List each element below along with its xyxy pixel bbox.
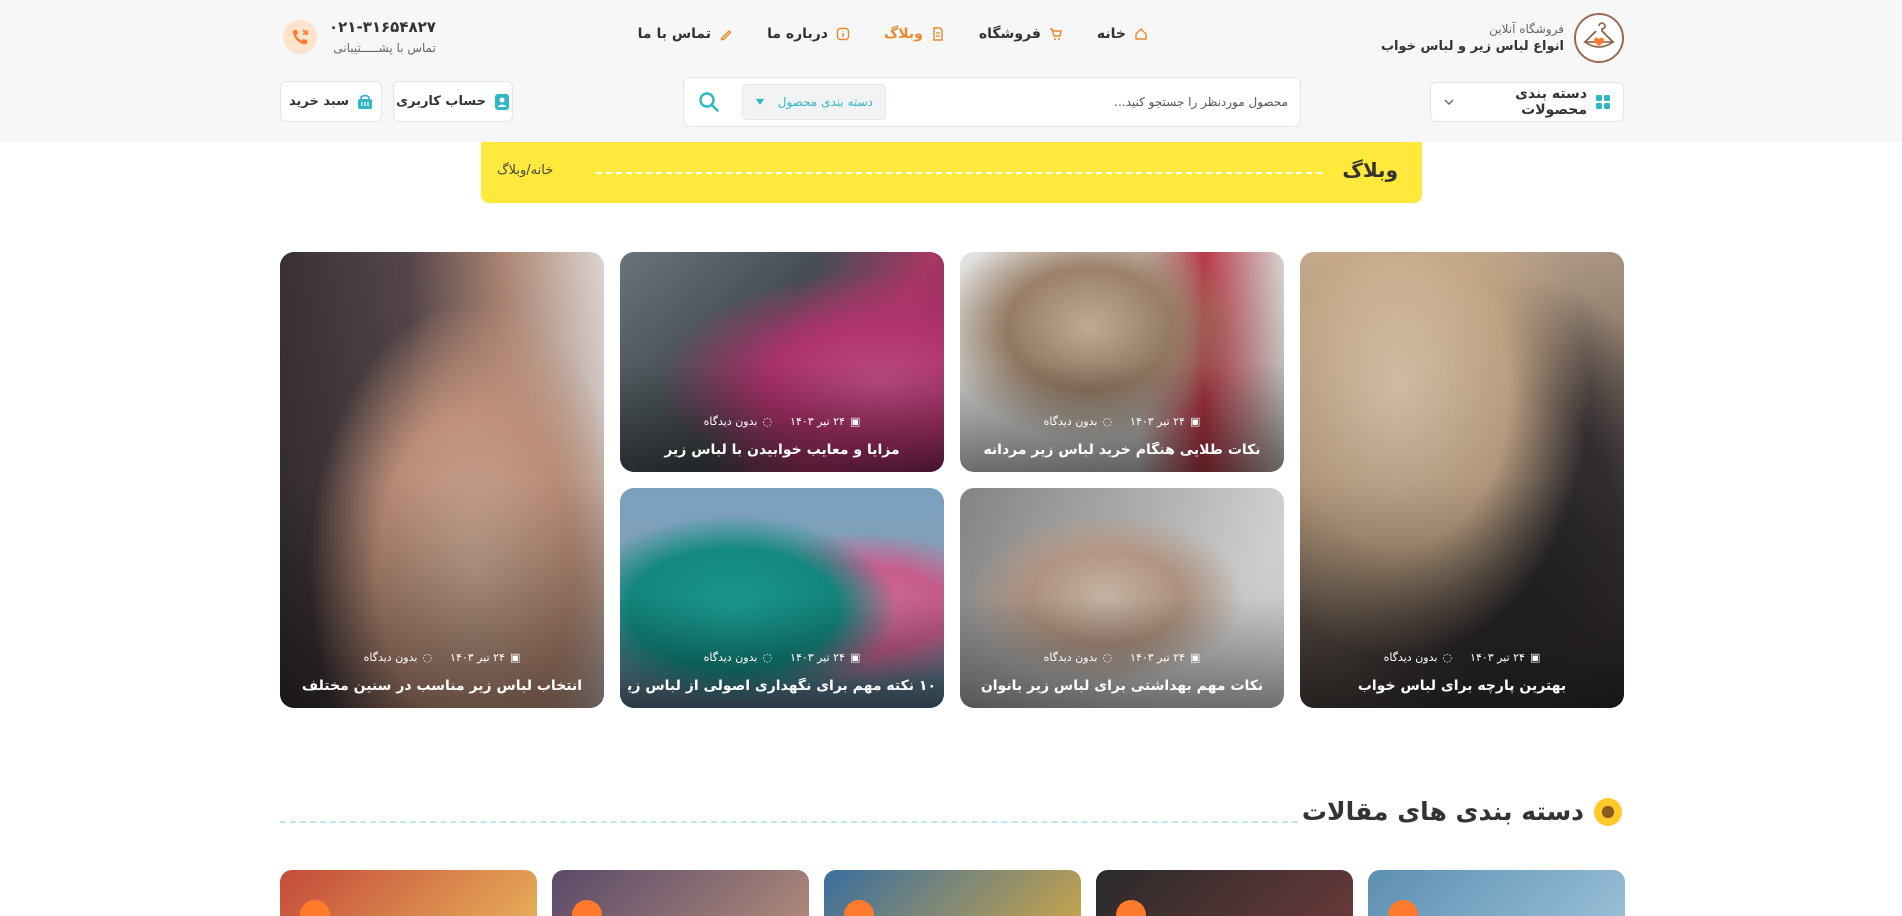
blog-card[interactable]: ▣ ۲۴ تیر ۱۴۰۳ ◌ بدون دیدگاه بهترین پارچه ب… — [1300, 252, 1624, 708]
calendar-icon: ▣ — [849, 415, 861, 428]
category-card[interactable] — [824, 870, 1081, 916]
post-comments: بدون دیدگاه — [1383, 651, 1438, 664]
cart-label: سبد خرید — [289, 94, 349, 109]
category-badge — [1388, 900, 1418, 916]
search-icon[interactable] — [698, 91, 720, 113]
post-comments: بدون دیدگاه — [703, 651, 758, 664]
calendar-icon: ▣ — [1189, 651, 1201, 664]
comment-icon: ◌ — [1442, 651, 1453, 664]
nav-item-home[interactable]: خانه — [1097, 26, 1148, 42]
chevron-down-icon — [1444, 99, 1454, 105]
category-badge — [572, 900, 602, 916]
post-date: ۲۴ تیر ۱۴۰۳ — [1470, 651, 1525, 664]
search-input[interactable] — [908, 78, 1288, 126]
category-card[interactable] — [552, 870, 809, 916]
post-title[interactable]: مزایا و معایب خوابیدن با لباس زیر — [628, 442, 936, 458]
nav-item-label: درباره ما — [767, 26, 828, 42]
banner-divider — [596, 172, 1322, 174]
post-date: ۲۴ تیر ۱۴۰۳ — [790, 415, 845, 428]
section-divider — [280, 821, 1298, 823]
blog-card[interactable]: ▣ ۲۴ تیر ۱۴۰۳ ◌ بدون دیدگاه انتخاب لباس زی… — [280, 252, 604, 708]
breadcrumb-banner: وبلاگ خانه/وبلاگ — [481, 142, 1422, 203]
blog-card[interactable]: ▣ ۲۴ تیر ۱۴۰۳ ◌ بدون دیدگاه مزایا و معایب … — [620, 252, 944, 472]
page-title: وبلاگ — [1342, 158, 1398, 182]
post-title[interactable]: بهترین پارچه برای لباس خواب — [1308, 678, 1616, 694]
calendar-icon: ▣ — [509, 651, 521, 664]
support-phone[interactable]: ۰۲۱-۳۱۶۵۴۸۲۷ تماس با پشـــــتیبانی — [283, 18, 436, 55]
post-comments: بدون دیدگاه — [363, 651, 418, 664]
nav-item-label: فروشگاه — [978, 26, 1041, 42]
phone-icon — [283, 19, 317, 54]
nav-item-label: وبلاگ — [883, 26, 923, 42]
post-date: ۲۴ تیر ۱۴۰۳ — [450, 651, 505, 664]
pencil-icon — [720, 30, 732, 41]
cart-icon — [1049, 28, 1062, 40]
post-date: ۲۴ تیر ۱۴۰۳ — [1130, 651, 1185, 664]
cart-button[interactable]: سبد خرید — [280, 81, 382, 122]
breadcrumb[interactable]: خانه/وبلاگ — [497, 163, 553, 178]
nav-item-blog[interactable]: وبلاگ — [884, 26, 945, 42]
post-title[interactable]: ۱۰ نکته مهم برای نگهداری اصولی از لباس ز… — [628, 678, 936, 694]
blog-card[interactable]: ▣ ۲۴ تیر ۱۴۰۳ ◌ بدون دیدگاه ۱۰ نکته مهم بر… — [620, 488, 944, 708]
info-icon — [836, 27, 850, 41]
logo-subtitle: فروشگاه آنلاین — [1489, 22, 1564, 36]
comment-icon: ◌ — [762, 651, 773, 664]
search-category-label: دسته بندی محصول — [777, 95, 873, 109]
calendar-icon: ▣ — [1189, 415, 1201, 428]
comment-icon: ◌ — [1102, 651, 1113, 664]
nav-item-about[interactable]: درباره ما — [767, 26, 850, 42]
nav-item-contact[interactable]: تماس با ما — [638, 26, 733, 42]
phone-label: تماس با پشـــــتیبانی — [333, 41, 436, 55]
blog-card[interactable]: ▣ ۲۴ تیر ۱۴۰۳ ◌ بدون دیدگاه نکات مهم بهداش… — [960, 488, 1284, 708]
nav-item-label: تماس با ما — [637, 26, 712, 42]
comment-icon: ◌ — [1102, 415, 1113, 428]
site-logo[interactable]: فروشگاه آنلاین انواع لباس زیر و لباس خوا… — [1381, 13, 1624, 63]
caret-down-icon — [756, 99, 764, 105]
calendar-icon: ▣ — [849, 651, 861, 664]
nav-item-shop[interactable]: فروشگاه — [979, 26, 1063, 42]
basket-icon — [358, 94, 372, 109]
post-comments: بدون دیدگاه — [1043, 415, 1098, 428]
post-title[interactable]: نکات طلایی هنگام خرید لباس زیر مردانه — [968, 442, 1276, 458]
post-title[interactable]: انتخاب لباس زیر مناسب در سنین مختلف — [288, 678, 596, 694]
user-icon — [494, 93, 509, 110]
logo-title: انواع لباس زیر و لباس خواب — [1380, 39, 1564, 54]
category-badge — [844, 900, 874, 916]
hanger-logo-icon — [1574, 13, 1624, 63]
comment-icon: ◌ — [422, 651, 433, 664]
comment-icon: ◌ — [762, 415, 773, 428]
post-comments: بدون دیدگاه — [1043, 651, 1098, 664]
document-icon — [933, 27, 943, 41]
product-categories-label: دسته بندی محصولات — [1515, 86, 1587, 118]
search-bar: دسته بندی محصول — [683, 77, 1301, 127]
post-date: ۲۴ تیر ۱۴۰۳ — [790, 651, 845, 664]
category-card[interactable] — [1096, 870, 1353, 916]
search-category-select[interactable]: دسته بندی محصول — [742, 84, 886, 120]
nav-item-label: خانه — [1096, 26, 1126, 42]
product-categories-button[interactable]: دسته بندی محصولات — [1430, 82, 1624, 122]
phone-number: ۰۲۱-۳۱۶۵۴۸۲۷ — [329, 18, 436, 36]
category-badge — [300, 900, 330, 916]
home-icon — [1135, 28, 1147, 40]
category-badge — [1116, 900, 1146, 916]
section-title-text: دسته بندی های مقالات — [1301, 797, 1584, 826]
category-card[interactable] — [1368, 870, 1625, 916]
post-comments: بدون دیدگاه — [703, 415, 758, 428]
calendar-icon: ▣ — [1529, 651, 1541, 664]
grid-icon — [1596, 95, 1610, 109]
sunflower-icon — [1594, 797, 1622, 826]
account-button[interactable]: حساب کاربری — [393, 81, 513, 122]
post-title[interactable]: نکات مهم بهداشتی برای لباس زیر بانوان — [968, 678, 1276, 694]
section-title: دسته بندی های مقالات — [1302, 797, 1622, 826]
account-label: حساب کاربری — [396, 94, 486, 109]
main-nav: خانه فروشگاه وبلاگ درباره ما تماس با ما — [638, 26, 1148, 42]
post-date: ۲۴ تیر ۱۴۰۳ — [1130, 415, 1185, 428]
category-card[interactable] — [280, 870, 537, 916]
blog-card[interactable]: ▣ ۲۴ تیر ۱۴۰۳ ◌ بدون دیدگاه نکات طلایی هنگ… — [960, 252, 1284, 472]
